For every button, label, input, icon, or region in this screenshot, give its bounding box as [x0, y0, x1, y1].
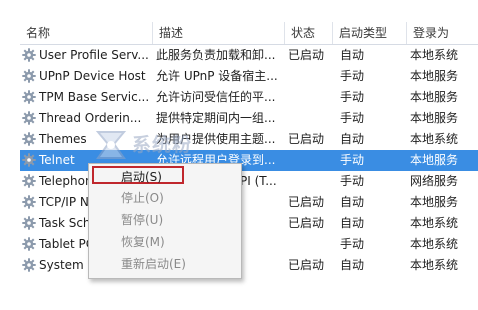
menu-item-restart[interactable]: 重新启动(E): [89, 254, 239, 274]
service-status: [284, 108, 332, 129]
service-gear-icon: [22, 174, 36, 188]
service-status: 已启动: [288, 195, 325, 209]
service-status: [284, 150, 332, 171]
service-status: [284, 234, 332, 255]
column-header-status[interactable]: 状态: [284, 22, 332, 44]
service-row[interactable]: Themes 为用户提供使用主题... 已启动 自动 本地系统: [20, 129, 478, 150]
service-description: 允许访问受信任的平...: [156, 90, 276, 104]
column-header-description[interactable]: 描述: [152, 22, 284, 44]
service-status: 已启动: [288, 258, 325, 272]
service-name-text: Telnet: [39, 153, 75, 167]
column-header-row: 名称 描述 状态 启动类型 登录为: [20, 22, 478, 45]
watermark: 系统粉: [92, 128, 242, 168]
service-status: 已启动: [288, 132, 325, 146]
service-log-on-as: 本地服务: [410, 69, 459, 83]
watermark-logo-icon: [95, 131, 127, 159]
service-startup-type: 自动: [340, 216, 365, 230]
service-startup-type: 手动: [340, 90, 365, 104]
service-startup-type: 手动: [340, 174, 365, 188]
service-description: 提供特定期间内一组...: [156, 111, 276, 125]
service-status: 已启动: [288, 216, 325, 230]
service-status: 已启动: [288, 48, 325, 62]
service-description: 此服务负责加载和卸...: [156, 48, 276, 62]
service-gear-icon: [22, 69, 36, 83]
service-startup-type: 手动: [340, 111, 365, 125]
service-gear-icon: [22, 48, 36, 62]
service-log-on-as: 本地服务: [410, 195, 459, 209]
service-gear-icon: [22, 258, 36, 272]
service-description: 允许 UPnP 设备宿主...: [156, 69, 278, 83]
column-header-name[interactable]: 名称: [20, 22, 152, 44]
service-name: Thread Orderin...: [20, 108, 152, 129]
service-log-on-as: 本地服务: [410, 90, 459, 104]
service-name-text: Thread Orderin...: [39, 111, 142, 125]
service-row[interactable]: TPM Base Servic... 允许访问受信任的平... 手动 本地服务: [20, 87, 478, 108]
service-startup-type: 自动: [340, 258, 365, 272]
service-name-text: UPnP Device Host: [39, 69, 146, 83]
service-gear-icon: [22, 90, 36, 104]
service-gear-icon: [22, 216, 36, 230]
service-row[interactable]: UPnP Device Host 允许 UPnP 设备宿主... 手动 本地服务: [20, 66, 478, 87]
menu-item-start[interactable]: 启动(S): [89, 167, 239, 187]
service-log-on-as: 本地系统: [410, 258, 459, 272]
service-name-text: TPM Base Servic...: [39, 90, 150, 104]
service-row[interactable]: Thread Orderin... 提供特定期间内一组... 手动 本地服务: [20, 108, 478, 129]
service-log-on-as: 网络服务: [410, 174, 459, 188]
menu-item-resume[interactable]: 恢复(M): [89, 232, 239, 252]
menu-item-stop[interactable]: 停止(O): [89, 188, 239, 208]
service-startup-type: 手动: [340, 69, 365, 83]
service-startup-type: 自动: [340, 195, 365, 209]
service-name: TPM Base Servic...: [20, 87, 152, 108]
service-log-on-as: 本地系统: [410, 132, 459, 146]
column-header-startup-type[interactable]: 启动类型: [332, 22, 406, 44]
service-row[interactable]: User Profile Serv... 此服务负责加载和卸... 已启动 自动 本地系…: [20, 45, 478, 66]
service-status: [284, 87, 332, 108]
service-startup-type: 自动: [340, 48, 365, 62]
service-name-text: Themes: [39, 132, 87, 146]
watermark-text: 系统粉: [132, 134, 193, 156]
service-log-on-as: 本地系统: [410, 216, 459, 230]
service-status: [284, 171, 332, 192]
service-name: User Profile Serv...: [20, 45, 152, 66]
service-name-text: User Profile Serv...: [39, 48, 149, 62]
service-log-on-as: 本地系统: [410, 237, 459, 251]
column-header-log-on-as[interactable]: 登录为: [406, 22, 478, 44]
service-startup-type: 手动: [340, 237, 365, 251]
service-gear-icon: [22, 237, 36, 251]
menu-item-pause[interactable]: 暂停(U): [89, 210, 239, 230]
context-menu: 启动(S) 停止(O) 暂停(U) 恢复(M) 重新启动(E): [88, 163, 242, 279]
service-gear-icon: [22, 153, 36, 167]
service-startup-type: 手动: [340, 153, 365, 167]
service-startup-type: 自动: [340, 132, 365, 146]
service-name: UPnP Device Host: [20, 66, 152, 87]
service-log-on-as: 本地服务: [410, 111, 459, 125]
service-log-on-as: 本地服务: [410, 153, 459, 167]
service-gear-icon: [22, 132, 36, 146]
service-log-on-as: 本地系统: [410, 48, 459, 62]
service-gear-icon: [22, 195, 36, 209]
service-gear-icon: [22, 111, 36, 125]
service-status: [284, 66, 332, 87]
